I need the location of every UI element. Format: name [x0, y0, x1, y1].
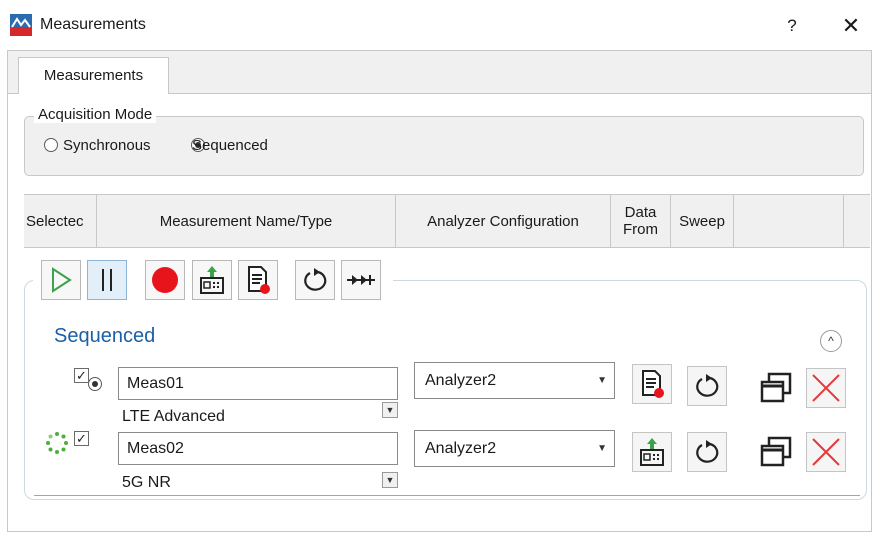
column-header-analyzer-config[interactable]: Analyzer Configuration [396, 194, 610, 248]
synchronous-radio[interactable] [44, 138, 58, 152]
sweep-row-button[interactable] [687, 432, 727, 472]
delete-x-icon [812, 438, 840, 466]
duplicate-window-icon [760, 372, 792, 403]
data-from-button[interactable] [632, 432, 672, 472]
synchronous-label[interactable]: Synchronous [63, 137, 151, 154]
delete-button[interactable] [806, 368, 846, 408]
document-record-icon [642, 370, 664, 398]
delete-x-icon [812, 374, 840, 402]
sweep-button[interactable] [295, 260, 335, 300]
pause-button[interactable] [87, 260, 127, 300]
duplicate-button[interactable] [756, 368, 796, 408]
help-button[interactable]: ? [780, 12, 804, 40]
column-header-data-from[interactable]: Data From [611, 194, 670, 248]
analyzer-select-value: Analyzer2 [425, 440, 497, 457]
sweep-row-button[interactable] [687, 366, 727, 406]
type-dropdown-arrow[interactable]: ▼ [382, 402, 398, 418]
delete-button[interactable] [806, 432, 846, 472]
column-header-measurement-name[interactable]: Measurement Name/Type [97, 194, 395, 248]
sweep-icon [696, 374, 719, 397]
analyzer-select[interactable]: Analyzer2 ▼ [414, 430, 615, 467]
analyzer-select-value: Analyzer2 [425, 372, 497, 389]
column-separator [843, 194, 844, 248]
sweep-icon [304, 268, 327, 291]
upload-data-icon [200, 266, 224, 294]
document-record-icon [248, 266, 270, 294]
document-record-button[interactable] [238, 260, 278, 300]
window-title: Measurements [40, 16, 146, 33]
sequenced-label[interactable]: Sequenced [192, 137, 268, 154]
step-icon [347, 275, 375, 285]
tab-measurements[interactable]: Measurements [18, 57, 169, 94]
measurement-name-input[interactable]: Meas02 [118, 432, 398, 465]
row-divider [34, 495, 860, 496]
busy-spinner-icon [46, 432, 68, 454]
pause-icon [102, 269, 112, 291]
sweep-icon [696, 440, 719, 463]
duplicate-window-icon [760, 436, 792, 467]
acquisition-mode-title: Acquisition Mode [34, 106, 157, 123]
collapse-button[interactable]: ^ [820, 330, 842, 352]
upload-data-icon [640, 438, 664, 466]
type-dropdown-arrow[interactable]: ▼ [382, 472, 398, 488]
analyzer-select[interactable]: Analyzer2 ▼ [414, 362, 615, 399]
row-enable-checkbox[interactable]: ✓ [74, 431, 89, 446]
row-enable-checkbox[interactable]: ✓ [74, 368, 89, 383]
record-icon [152, 267, 178, 293]
run-button[interactable] [41, 260, 81, 300]
sequence-title: Sequenced [54, 325, 156, 347]
step-button[interactable] [341, 260, 381, 300]
measurement-type[interactable]: 5G NR [122, 474, 171, 492]
load-data-button[interactable] [192, 260, 232, 300]
chevron-down-icon: ▼ [597, 443, 607, 454]
app-logo-icon [10, 14, 32, 36]
record-button[interactable] [145, 260, 185, 300]
measurement-name-input[interactable]: Meas01 [118, 367, 398, 400]
data-from-button[interactable] [632, 364, 672, 404]
column-header-sweep[interactable]: Sweep [671, 194, 733, 248]
close-button[interactable]: ✕ [836, 10, 866, 42]
measurement-type[interactable]: LTE Advanced [122, 408, 225, 426]
chevron-down-icon: ▼ [597, 375, 607, 386]
play-icon [52, 267, 72, 293]
column-header-selected[interactable]: Selectec [26, 194, 96, 248]
duplicate-button[interactable] [756, 432, 796, 472]
column-separator [733, 194, 734, 248]
